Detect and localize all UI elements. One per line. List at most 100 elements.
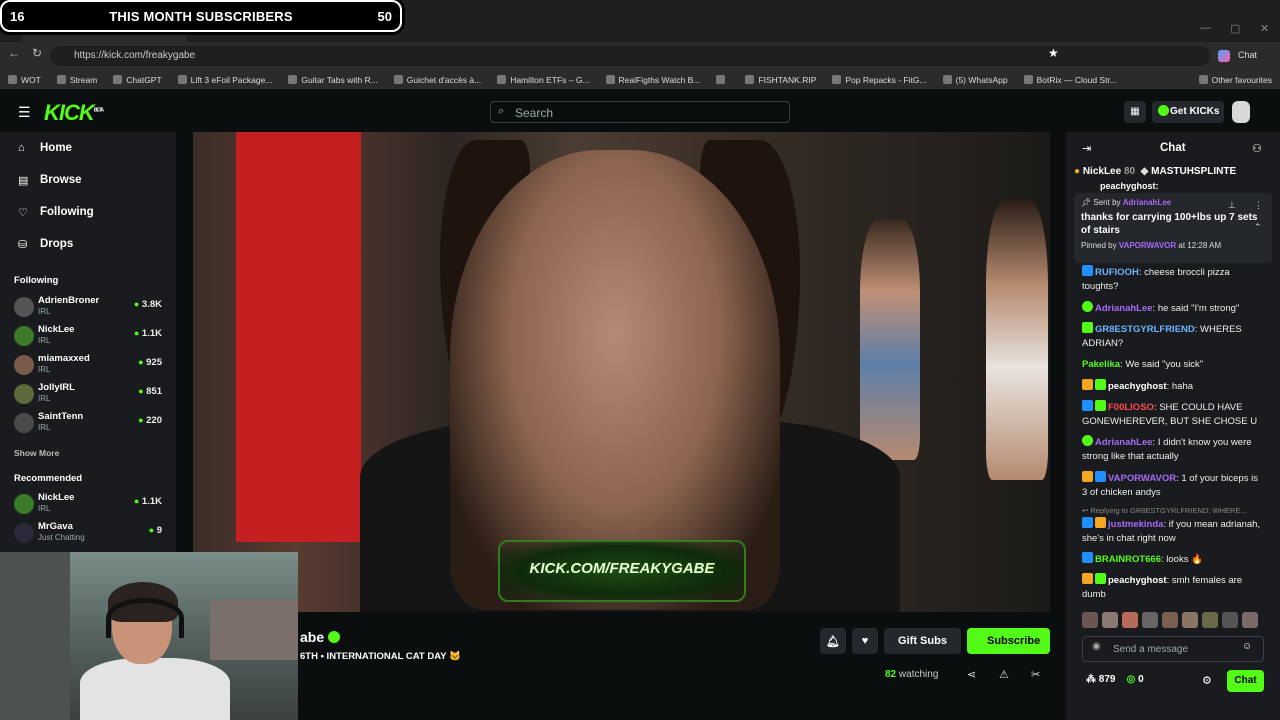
send-chat-button[interactable]: Chat (1227, 670, 1264, 692)
chat-username[interactable]: justmekinda (1108, 519, 1163, 530)
chat-footer-stats: ⁂ 879 ◎ 0 (1086, 674, 1144, 685)
mod-badge-icon (1095, 471, 1106, 482)
chat-settings-badge-icon[interactable]: ◉ (1092, 641, 1101, 652)
recommended-channel[interactable]: NickLee IRL ● 1.1K (14, 492, 166, 518)
minimize-icon[interactable]: — (1200, 22, 1211, 34)
reply-context[interactable]: ↩ Replying to GR8ESTGYRLFRIEND: WHERE... (1082, 505, 1264, 516)
watermark-text: KICK.COM/FREAKYGABE (529, 560, 715, 577)
pinned-time: at 12:28 AM (1178, 241, 1222, 250)
emote-icon[interactable] (1202, 612, 1218, 628)
chat-settings-icon[interactable]: ⚙ (1202, 674, 1212, 687)
search-placeholder: Search (515, 106, 554, 120)
top-gifter-name[interactable]: MASTUHSPLINTE (1151, 166, 1236, 177)
recommended-channel[interactable]: MrGava Just Chatting ● 9 (14, 521, 166, 547)
emote-icon[interactable] (1122, 612, 1138, 628)
bookmark-favicon-icon (605, 75, 615, 84)
followed-channel[interactable]: miamaxxed IRL ● 925 (14, 353, 166, 379)
bookmark-item[interactable]: Stream (49, 75, 105, 85)
bookmark-item[interactable]: WOT (0, 75, 49, 85)
channel-name: JollyIRL (38, 382, 75, 393)
sent-by-user[interactable]: AdrianahLee (1123, 198, 1171, 207)
bookmark-item[interactable]: Pop Repacks - FitG... (824, 75, 934, 85)
chat-username[interactable]: F00LIOSO (1108, 402, 1154, 413)
layout-icon[interactable]: ▦ (1124, 101, 1146, 123)
collapse-pin-icon[interactable]: ⌃ (1254, 222, 1262, 233)
kick-logo[interactable]: KICKBETA (44, 100, 104, 126)
og-badge-icon (1095, 400, 1106, 411)
chat-username[interactable]: BRAINROT666 (1095, 554, 1161, 565)
bookmark-item[interactable]: ChatGPT (105, 75, 169, 85)
chat-message-input[interactable]: Send a message (1082, 636, 1264, 662)
copilot-icon[interactable] (1218, 50, 1230, 62)
chat-users-icon[interactable]: ⚇ (1252, 142, 1262, 155)
bookmark-label: RealFigths Watch B... (618, 74, 701, 85)
bookmark-item[interactable]: Guichet d'accès à... (386, 75, 489, 85)
bookmark-item[interactable]: Lift 3 eFoil Package... (170, 75, 281, 85)
collapse-chat-icon[interactable]: ⇥ (1082, 142, 1091, 155)
bookmark-item[interactable]: BotRix — Cloud Str... (1016, 75, 1125, 85)
sidebar-item-home[interactable]: Home (40, 142, 72, 154)
bookmark-item[interactable]: Guitar Tabs with R... (280, 75, 385, 85)
chat-message: AdrianahLee: he said "I'm strong" (1082, 301, 1264, 316)
emote-icon[interactable] (1162, 612, 1178, 628)
emote-icon[interactable] (1222, 612, 1238, 628)
followed-channel[interactable]: JollyIRL IRL ● 851 (14, 382, 166, 408)
chat-username[interactable]: AdrianahLee (1095, 303, 1153, 314)
menu-icon[interactable]: ☰ (18, 104, 31, 121)
sidebar-item-following[interactable]: Following (40, 206, 94, 218)
emote-icon[interactable] (1242, 612, 1258, 628)
followed-channel[interactable]: SaintTenn IRL ● 220 (14, 411, 166, 437)
emote-icon[interactable] (1182, 612, 1198, 628)
show-more-link[interactable]: Show More (14, 448, 59, 458)
bookmark-item[interactable]: FISHTANK.RIP (737, 75, 824, 85)
notification-bell-icon[interactable]: 🔔︎ (820, 628, 846, 654)
emote-icon[interactable] (1102, 612, 1118, 628)
subscriber-goal-overlay: 16 THIS MONTH SUBSCRIBERS 50 (0, 0, 402, 32)
favorite-star-icon[interactable]: ★ (1048, 46, 1059, 60)
emote-icon[interactable] (1082, 612, 1098, 628)
pinned-by-user[interactable]: VAPORWAVOR (1119, 241, 1176, 250)
sidebar-item-drops[interactable]: Drops (40, 238, 73, 250)
back-icon[interactable]: ← (8, 46, 20, 60)
chat-username[interactable]: peachyghost (1108, 575, 1167, 586)
user-avatar[interactable] (1232, 101, 1250, 123)
chat-username[interactable]: RUFIOOH (1095, 267, 1139, 278)
followed-channel[interactable]: NickLee IRL ● 1.1K (14, 324, 166, 350)
chat-username[interactable]: VAPORWAVOR (1108, 473, 1176, 484)
sidebar-item-browse[interactable]: Browse (40, 174, 82, 186)
video-background-red-door (236, 132, 361, 542)
gift-subs-button[interactable]: Gift Subs (884, 628, 961, 654)
report-icon[interactable]: ⚠ (999, 668, 1009, 681)
subscribe-button[interactable]: Subscribe (967, 628, 1050, 654)
search-input[interactable]: Search (490, 101, 790, 123)
follow-heart-icon[interactable]: ♥ (852, 628, 878, 654)
bookmark-item[interactable]: RealFigths Watch B... (598, 75, 709, 85)
bookmark-item[interactable]: Other favourites (1191, 75, 1280, 85)
og-badge-icon (1082, 322, 1093, 333)
emoji-picker-icon[interactable]: ☺ (1242, 641, 1252, 652)
chat-username[interactable]: Pakelika (1082, 359, 1120, 370)
browser-chat-button[interactable]: Chat (1238, 50, 1257, 60)
bookmark-item[interactable]: (5) WhatsApp (935, 75, 1016, 85)
bookmark-item[interactable]: Hamilton ETFs – G... (489, 75, 597, 85)
window-close-icon[interactable]: ✕ (1260, 22, 1269, 35)
channel-name-text: abe (300, 629, 325, 645)
reload-icon[interactable]: ↻ (32, 46, 42, 60)
chat-username[interactable]: AdrianahLee (1095, 437, 1153, 448)
headphones-icon (106, 598, 184, 638)
clip-icon[interactable]: ✂ (1031, 668, 1040, 681)
top-gifter-name[interactable]: NickLee (1083, 166, 1121, 177)
bookmark-item[interactable] (708, 75, 737, 84)
logo-beta: BETA (93, 107, 104, 114)
pin-icon[interactable]: ⊥ (1228, 200, 1236, 211)
more-options-icon[interactable]: ⋮ (1254, 200, 1263, 211)
emote-icon[interactable] (1142, 612, 1158, 628)
followed-channel[interactable]: AdrienBroner IRL ● 3.8K (14, 295, 166, 321)
channel-name-heading[interactable]: abe (300, 629, 341, 645)
share-icon[interactable]: ⋖ (967, 668, 976, 681)
url-field[interactable]: https://kick.com/freakygabe (50, 46, 1210, 66)
verified-badge-icon (1082, 301, 1093, 312)
maximize-icon[interactable]: ▢ (1230, 22, 1240, 35)
chat-username[interactable]: peachyghost (1108, 381, 1167, 392)
chat-username[interactable]: GR8ESTGYRLFRIEND (1095, 324, 1195, 335)
